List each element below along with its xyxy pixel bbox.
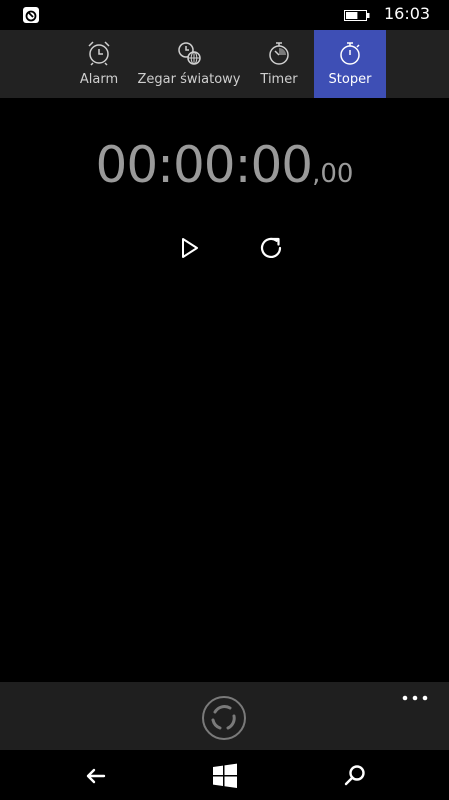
status-time: 16:03 bbox=[384, 4, 431, 23]
app-bar bbox=[0, 682, 449, 750]
alarm-clock-icon bbox=[88, 41, 110, 66]
status-bar: 16:03 bbox=[0, 0, 449, 30]
windows-logo-icon bbox=[213, 763, 237, 788]
tab-timer[interactable]: Timer bbox=[246, 30, 312, 98]
tab-label: Zegar światowy bbox=[137, 72, 241, 87]
search-button[interactable] bbox=[341, 762, 369, 790]
play-button[interactable] bbox=[173, 232, 205, 264]
more-icon bbox=[402, 695, 428, 701]
play-icon bbox=[182, 238, 198, 258]
stopwatch-display: 00:00:00,00 bbox=[0, 136, 449, 194]
tab-label: Alarm bbox=[79, 72, 119, 87]
world-clock-icon bbox=[178, 42, 201, 65]
timer-icon bbox=[269, 42, 289, 65]
stopwatch-fraction: ,00 bbox=[312, 159, 354, 189]
reset-button[interactable] bbox=[255, 232, 287, 264]
sync-button[interactable] bbox=[200, 694, 248, 742]
back-button[interactable] bbox=[82, 762, 110, 790]
sync-icon bbox=[211, 705, 236, 730]
back-arrow-icon bbox=[86, 768, 106, 784]
more-button[interactable] bbox=[401, 692, 431, 704]
navigation-bar bbox=[0, 750, 449, 800]
search-icon bbox=[344, 765, 365, 786]
tab-alarm[interactable]: Alarm bbox=[64, 30, 134, 98]
battery-icon bbox=[344, 10, 370, 21]
tab-label: Timer bbox=[260, 72, 298, 87]
notification-icon bbox=[23, 7, 39, 23]
start-button[interactable] bbox=[211, 762, 239, 790]
reset-icon bbox=[260, 237, 282, 259]
stopwatch-icon bbox=[340, 42, 360, 65]
tab-world-clock[interactable]: Zegar światowy bbox=[134, 30, 244, 98]
tab-stopwatch[interactable]: Stoper bbox=[314, 30, 386, 98]
tab-label: Stoper bbox=[328, 72, 372, 87]
stopwatch-time: 00:00:00 bbox=[95, 136, 314, 194]
tab-bar: Alarm Zegar światowy Timer Stoper bbox=[0, 30, 449, 98]
